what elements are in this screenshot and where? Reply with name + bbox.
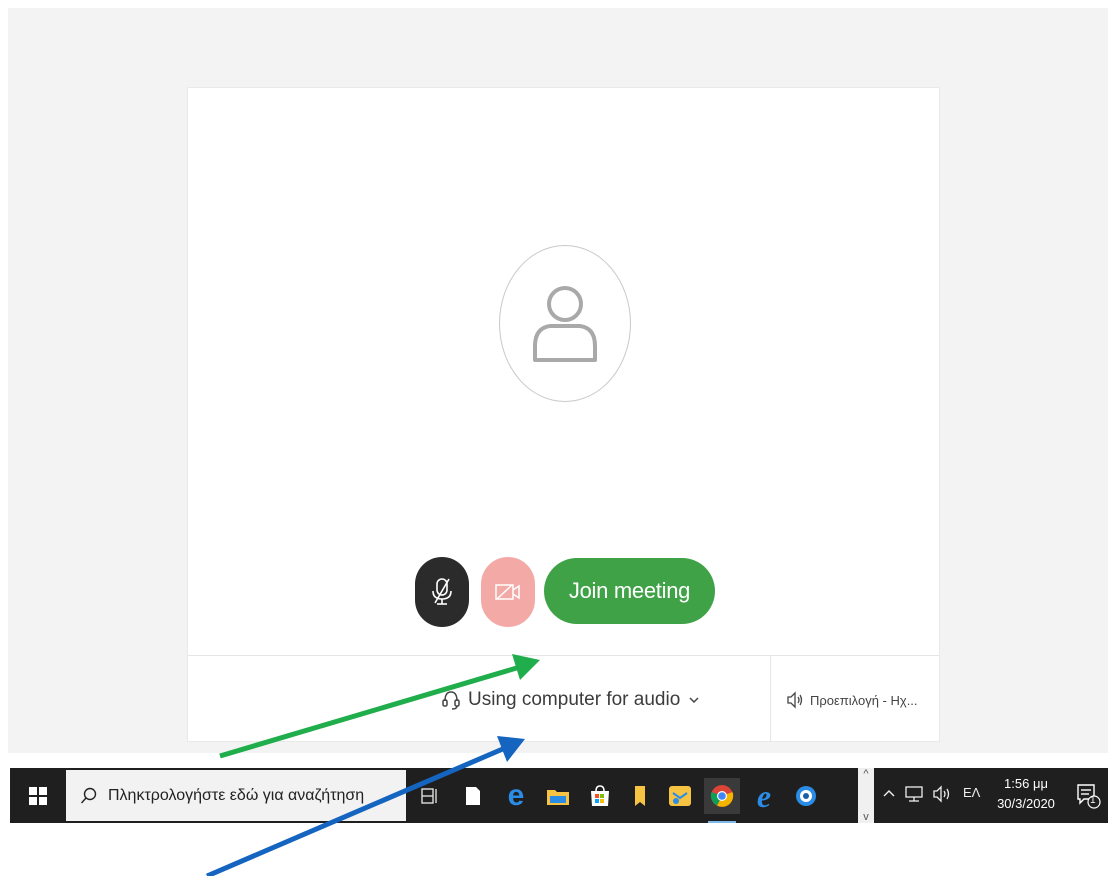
audio-connection-label: Using computer for audio — [468, 689, 681, 710]
clock-time: 1:56 μμ — [1004, 776, 1048, 791]
scroll-buttons[interactable]: ^ v — [858, 768, 874, 823]
notification-icon — [1077, 784, 1101, 809]
task-view-icon[interactable] — [412, 778, 448, 814]
video-off-icon — [495, 584, 520, 600]
speaker-icon — [787, 691, 803, 709]
notification-count: 1 — [1090, 795, 1096, 806]
join-meeting-button[interactable]: Join meeting — [544, 558, 715, 624]
show-hidden-icons[interactable] — [882, 785, 896, 801]
windows-logo-icon — [28, 786, 47, 805]
network-icon[interactable] — [904, 785, 924, 806]
internet-explorer-icon[interactable]: e — [746, 778, 782, 814]
chevron-down-icon: v — [863, 811, 869, 823]
volume-icon[interactable] — [932, 785, 952, 806]
language-indicator[interactable]: ΕΛ — [963, 785, 980, 800]
chevron-down-icon — [689, 697, 699, 704]
edge-icon[interactable]: e — [498, 778, 534, 814]
search-placeholder: Πληκτρολογήστε εδώ για αναζήτηση — [108, 786, 365, 804]
active-indicator — [708, 821, 736, 823]
divider — [770, 656, 771, 742]
notification-center-button[interactable]: 1 — [1076, 782, 1102, 810]
app-icon[interactable] — [788, 778, 824, 814]
sticky-notes-icon[interactable] — [622, 778, 658, 814]
search-icon — [80, 787, 97, 803]
user-icon — [533, 286, 597, 362]
taskbar-search-box[interactable]: Πληκτρολογήστε εδώ για αναζήτηση — [66, 770, 406, 821]
speaker-label: Προεπιλογή - Ηχ... — [810, 692, 918, 708]
store-icon[interactable] — [582, 778, 618, 814]
file-explorer-icon[interactable] — [540, 778, 576, 814]
headset-icon — [442, 691, 460, 710]
stop-video-button[interactable] — [481, 557, 535, 627]
audio-options-bar: Using computer for audio Προεπιλογή - Ηχ… — [188, 655, 939, 742]
audio-connection-select[interactable]: Using computer for audio — [442, 686, 700, 714]
speaker-select[interactable]: Προεπιλογή - Ηχ... — [786, 688, 918, 712]
windows-taskbar: Πληκτρολογήστε εδώ για αναζήτηση e e ^ v — [10, 768, 1108, 823]
mute-button[interactable] — [415, 557, 469, 627]
microphone-muted-icon — [432, 578, 452, 605]
outlook-icon[interactable] — [662, 778, 698, 814]
chrome-icon[interactable] — [704, 778, 740, 823]
avatar — [499, 245, 631, 402]
chevron-up-icon: ^ — [863, 768, 869, 780]
clock-date: 30/3/2020 — [997, 796, 1055, 811]
meeting-preview-card: Join meeting Using computer for audio Πρ… — [187, 87, 940, 742]
taskbar-clock[interactable]: 1:56 μμ 30/3/2020 — [992, 774, 1060, 814]
start-button[interactable] — [10, 768, 65, 823]
file-icon[interactable] — [455, 778, 491, 814]
